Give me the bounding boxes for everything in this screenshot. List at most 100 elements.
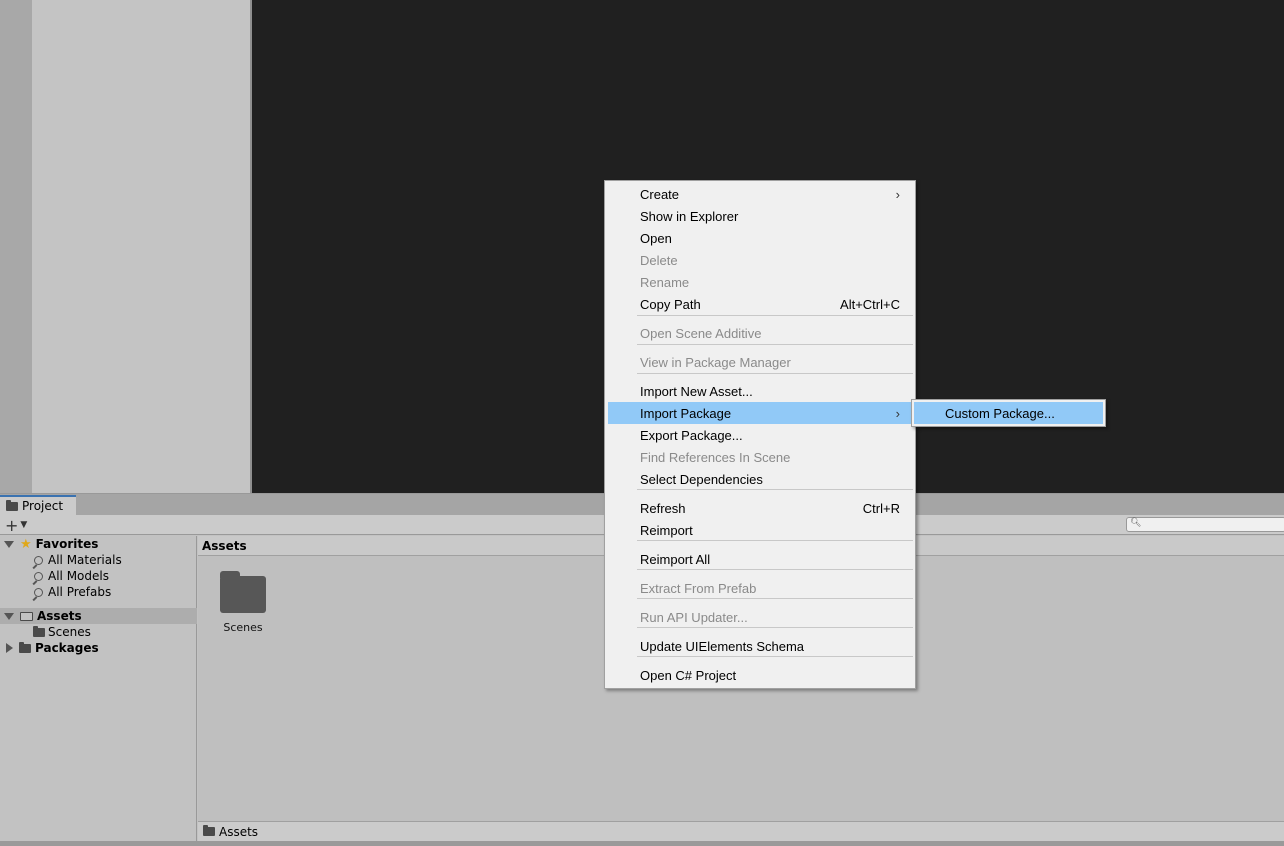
menu-item-reimport[interactable]: Reimport	[608, 519, 912, 541]
menu-item-label: Select Dependencies	[640, 471, 763, 487]
menu-item-label: Rename	[640, 274, 690, 290]
folder-open-icon	[20, 611, 33, 621]
menu-item-rename: Rename	[608, 271, 912, 293]
menu-separator	[637, 598, 913, 599]
search-icon: 🔍︎	[1130, 518, 1142, 528]
menu-separator	[637, 656, 913, 657]
star-icon: ★	[20, 536, 32, 552]
menu-item-find-references-in-scene: Find References In Scene	[608, 446, 912, 468]
search-input[interactable]: 🔍︎	[1126, 517, 1284, 532]
menu-item-label: Refresh	[640, 500, 686, 516]
menu-item-open-c-project[interactable]: Open C# Project	[608, 664, 912, 686]
chevron-right-icon: ›	[895, 405, 900, 421]
tree-item-label: Scenes	[48, 625, 91, 639]
menu-item-label: Custom Package...	[945, 405, 1055, 421]
menu-item-label: Reimport All	[640, 551, 711, 567]
asset-item-scenes[interactable]: Scenes	[218, 571, 268, 634]
menu-item-update-uielements-schema[interactable]: Update UIElements Schema	[608, 635, 912, 657]
menu-separator	[637, 540, 913, 541]
menu-item-extract-from-prefab: Extract From Prefab	[608, 577, 912, 599]
tree-item-packages[interactable]: Packages	[0, 640, 197, 656]
import-package-submenu: Custom Package...	[911, 399, 1106, 427]
menu-item-import-package[interactable]: Import Package ›	[608, 402, 912, 424]
menu-item-label: Open C# Project	[640, 667, 737, 683]
path-label: Assets	[219, 824, 259, 839]
menu-item-open[interactable]: Open	[608, 227, 912, 249]
search-icon	[34, 555, 43, 565]
menu-item-refresh[interactable]: Refresh Ctrl+R	[608, 497, 912, 519]
menu-separator	[637, 315, 913, 316]
folder-icon	[220, 571, 266, 613]
tree-item-label: All Models	[48, 569, 109, 583]
project-tree: ★ Favorites All Materials All Models All…	[0, 536, 197, 846]
menu-item-open-scene-additive: Open Scene Additive	[608, 322, 912, 344]
menu-item-label: Export Package...	[640, 427, 743, 443]
menu-separator	[637, 373, 913, 374]
menu-separator	[637, 489, 913, 490]
asset-label: Scenes	[223, 621, 263, 634]
expand-arrow-icon[interactable]	[4, 612, 14, 620]
menu-shortcut: Ctrl+R	[862, 500, 900, 516]
menu-item-delete: Delete	[608, 249, 912, 271]
menu-item-label: Import Package	[640, 405, 732, 421]
menu-shortcut: Alt+Ctrl+C	[840, 296, 900, 312]
expand-arrow-icon[interactable]	[6, 643, 13, 653]
folder-icon	[19, 641, 31, 653]
search-icon	[34, 587, 43, 597]
tree-item-label: Favorites	[35, 537, 99, 551]
menu-item-label: Show in Explorer	[640, 208, 739, 224]
tree-item-all-models[interactable]: All Models	[0, 568, 197, 584]
menu-item-run-api-updater: Run API Updater...	[608, 606, 912, 628]
tree-item-assets[interactable]: Assets	[0, 608, 197, 624]
menu-item-label: Find References In Scene	[640, 449, 791, 465]
chevron-down-icon: ▼	[20, 520, 28, 530]
menu-item-label: Open Scene Additive	[640, 325, 762, 341]
hierarchy-panel[interactable]	[32, 0, 250, 493]
path-bar: Assets	[198, 821, 1284, 841]
tree-item-label: All Prefabs	[48, 585, 112, 599]
menu-item-label: Run API Updater...	[640, 609, 748, 625]
menu-item-import-new-asset[interactable]: Import New Asset...	[608, 380, 912, 402]
left-toolbar-strip	[0, 0, 32, 493]
folder-icon	[203, 825, 215, 836]
menu-item-label: Update UIElements Schema	[640, 638, 805, 654]
menu-item-label: View in Package Manager	[640, 354, 791, 370]
menu-item-label: Copy Path	[640, 296, 701, 312]
chevron-right-icon: ›	[895, 186, 900, 202]
tree-item-label: All Materials	[48, 553, 122, 567]
menu-item-custom-package[interactable]: Custom Package...	[914, 402, 1103, 424]
menu-item-label: Create	[640, 186, 680, 202]
tree-item-all-prefabs[interactable]: All Prefabs	[0, 584, 197, 600]
plus-icon: +	[5, 515, 19, 535]
window-bottom-edge	[0, 841, 1284, 846]
expand-arrow-icon[interactable]	[4, 540, 14, 548]
context-menu: Create › Show in Explorer Open Delete Rename C…	[604, 180, 916, 689]
menu-item-label: Extract From Prefab	[640, 580, 757, 596]
menu-item-select-dependencies[interactable]: Select Dependencies	[608, 468, 912, 490]
menu-item-copy-path[interactable]: Copy Path Alt+Ctrl+C	[608, 293, 912, 315]
folder-icon	[33, 625, 45, 637]
menu-item-reimport-all[interactable]: Reimport All	[608, 548, 912, 570]
menu-item-label: Reimport	[640, 522, 693, 538]
menu-item-label: Delete	[640, 252, 678, 268]
menu-separator	[637, 344, 913, 345]
unity-editor: Project + ▼ 🔍︎ ★ Favorites All Materials…	[0, 0, 1284, 846]
create-dropdown-button[interactable]: + ▼	[5, 515, 33, 535]
menu-separator	[637, 627, 913, 628]
tree-item-all-materials[interactable]: All Materials	[0, 552, 197, 568]
menu-item-show-in-explorer[interactable]: Show in Explorer	[608, 205, 912, 227]
menu-item-view-in-package-manager: View in Package Manager	[608, 351, 912, 373]
tree-item-favorites[interactable]: ★ Favorites	[0, 536, 197, 552]
tree-item-label: Assets	[37, 609, 82, 623]
menu-item-create[interactable]: Create ›	[608, 183, 912, 205]
tree-item-scenes[interactable]: Scenes	[0, 624, 197, 640]
tree-item-label: Packages	[35, 641, 99, 655]
tab-project[interactable]: Project	[0, 495, 76, 515]
menu-item-label: Open	[640, 230, 672, 246]
folder-icon	[6, 499, 18, 511]
tab-project-label: Project	[22, 499, 64, 513]
search-icon	[34, 571, 43, 581]
menu-item-export-package[interactable]: Export Package...	[608, 424, 912, 446]
menu-separator	[637, 569, 913, 570]
menu-item-label: Import New Asset...	[640, 383, 753, 399]
